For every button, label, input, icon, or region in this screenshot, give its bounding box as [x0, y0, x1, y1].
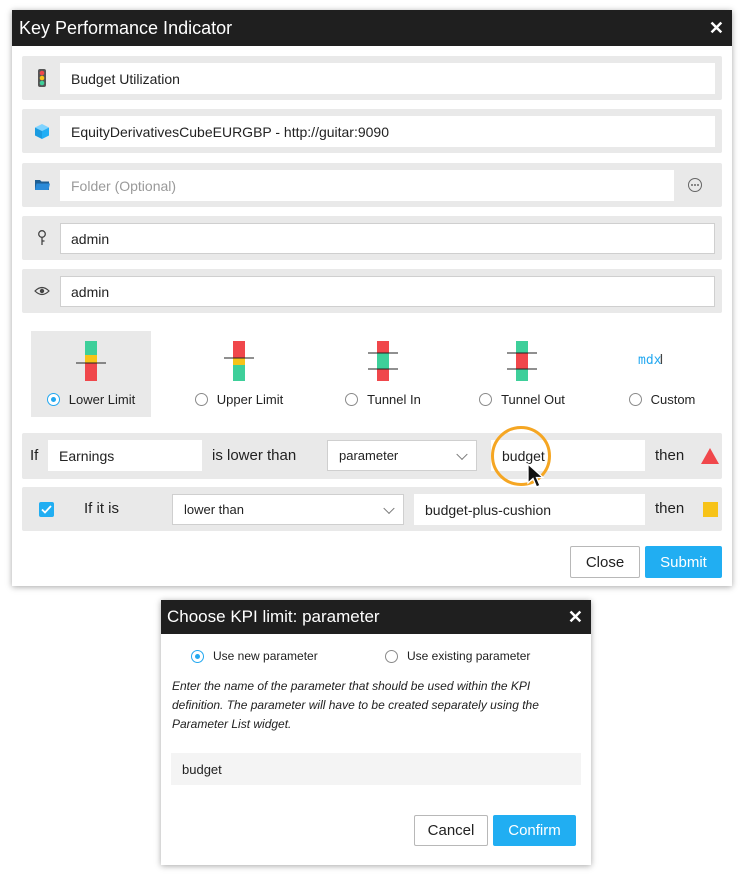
param-name-input[interactable]: budget [171, 753, 581, 785]
viewer-row: admin [22, 269, 722, 313]
viewer-input[interactable]: admin [60, 276, 715, 307]
comparison-text: is lower than [212, 447, 297, 464]
kpi-dialog: Key Performance Indicator ✕ Budget Utili… [12, 10, 732, 586]
close-button[interactable]: Close [570, 546, 640, 578]
kpi-name-row: Budget Utilization [22, 56, 722, 100]
measure-input[interactable]: Earnings [48, 440, 202, 471]
then-label: then [655, 447, 685, 464]
folder-row: Folder (Optional) [22, 163, 722, 207]
mouse-cursor-icon [527, 463, 545, 488]
kpi-type-upper-limit[interactable]: Upper Limit [179, 331, 299, 417]
if-it-is-label: If it is [84, 500, 120, 517]
upper-limit-label: Upper Limit [216, 392, 284, 407]
close-icon[interactable]: ✕ [568, 600, 583, 634]
confirm-button[interactable]: Confirm [493, 815, 576, 846]
option-new-parameter[interactable]: Use new parameter [191, 649, 318, 663]
red-triangle-icon[interactable] [701, 448, 719, 464]
lower-limit-icon [76, 341, 106, 381]
rule2-parameter-input[interactable]: budget-plus-cushion [414, 494, 645, 525]
rule-row-primary: If Earnings is lower than parameter budg… [22, 433, 722, 479]
lower-limit-radio[interactable] [46, 393, 60, 406]
tunnel-out-icon [507, 341, 537, 381]
limit-type-value: parameter [339, 448, 399, 463]
checkmark-icon [41, 505, 52, 514]
param-dialog-titlebar: Choose KPI limit: parameter ✕ [161, 600, 591, 634]
kpi-type-tunnel-out[interactable]: Tunnel Out [462, 331, 582, 417]
comparison-select[interactable]: lower than [172, 494, 404, 525]
kpi-type-lower-limit[interactable]: Lower Limit [31, 331, 151, 417]
param-dialog-title: Choose KPI limit: parameter [167, 607, 380, 626]
custom-radio[interactable] [628, 393, 642, 406]
ellipsis-icon[interactable] [688, 178, 702, 192]
tunnel-in-icon [368, 341, 398, 381]
upper-limit-icon [224, 341, 254, 381]
rule-row-secondary: If it is lower than budget-plus-cushion … [22, 487, 722, 531]
close-icon[interactable]: ✕ [709, 10, 724, 46]
owner-input[interactable]: admin [60, 223, 715, 254]
kpi-dialog-titlebar: Key Performance Indicator ✕ [12, 10, 732, 46]
option-existing-parameter[interactable]: Use existing parameter [385, 649, 530, 663]
key-icon [33, 229, 51, 247]
traffic-light-icon [33, 69, 51, 87]
cube-icon [33, 122, 51, 140]
tunnel-out-label: Tunnel Out [501, 392, 565, 407]
kpi-type-tunnel-in[interactable]: Tunnel In [323, 331, 443, 417]
cube-row: EquityDerivativesCubeEURGBP - http://gui… [22, 109, 722, 153]
existing-parameter-radio[interactable] [385, 649, 398, 663]
kpi-dialog-title: Key Performance Indicator [19, 17, 233, 38]
then-label-2: then [655, 500, 685, 517]
cancel-button[interactable]: Cancel [414, 815, 488, 846]
comparison-select-value: lower than [184, 502, 244, 517]
mdx-icon: mdxI [638, 353, 664, 368]
limit-type-select[interactable]: parameter [327, 440, 477, 471]
cube-input[interactable]: EquityDerivativesCubeEURGBP - http://gui… [60, 116, 715, 147]
custom-label: Custom [650, 392, 696, 407]
upper-limit-radio[interactable] [194, 393, 208, 406]
folder-placeholder: Folder (Optional) [71, 177, 177, 194]
eye-icon [33, 282, 51, 300]
existing-parameter-label: Use existing parameter [407, 649, 531, 663]
lower-limit-label: Lower Limit [68, 392, 136, 407]
yellow-square-icon[interactable] [703, 502, 718, 517]
param-description: Enter the name of the parameter that sho… [172, 679, 539, 731]
new-parameter-radio[interactable] [191, 649, 204, 663]
owner-row: admin [22, 216, 722, 260]
param-dialog: Choose KPI limit: parameter ✕ Use new pa… [161, 600, 591, 865]
chevron-down-icon [383, 502, 395, 514]
new-parameter-label: Use new parameter [213, 649, 318, 663]
tunnel-out-radio[interactable] [479, 393, 493, 406]
kpi-name-input[interactable]: Budget Utilization [60, 63, 715, 94]
if-label: If [30, 447, 39, 464]
chevron-down-icon [456, 448, 468, 460]
tunnel-in-radio[interactable] [345, 393, 359, 406]
folder-icon [33, 176, 51, 194]
kpi-type-custom[interactable]: mdxI Custom [602, 331, 722, 417]
rule2-checkbox[interactable] [39, 502, 54, 517]
folder-input[interactable]: Folder (Optional) [60, 170, 674, 201]
submit-button[interactable]: Submit [645, 546, 722, 578]
tunnel-in-label: Tunnel In [367, 392, 421, 407]
